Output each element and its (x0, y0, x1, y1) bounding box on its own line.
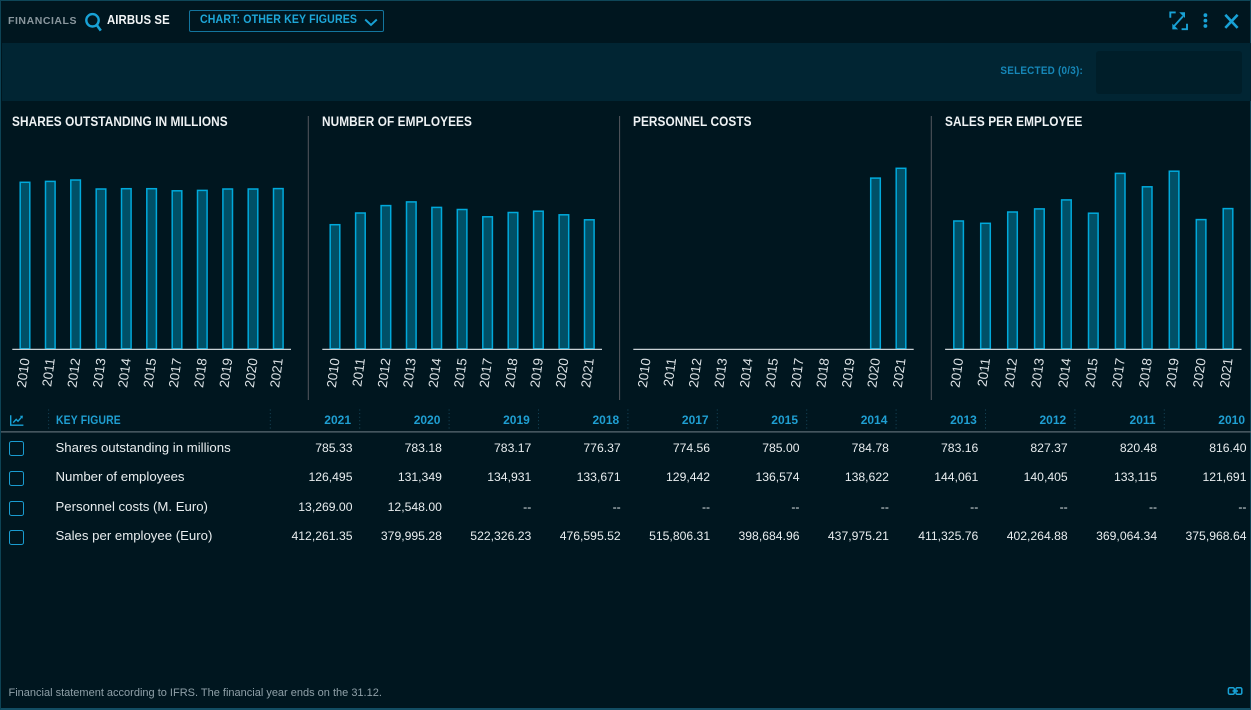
svg-text:2014: 2014 (1055, 357, 1074, 388)
svg-text:2013: 2013 (400, 357, 419, 388)
svg-text:2018: 2018 (191, 357, 210, 388)
svg-text:2011: 2011 (349, 357, 368, 387)
svg-text:2012: 2012 (1001, 357, 1020, 388)
svg-text:2019: 2019 (527, 357, 546, 388)
svg-text:2020: 2020 (553, 357, 572, 388)
svg-text:2010: 2010 (635, 357, 654, 388)
svg-text:2019: 2019 (1163, 357, 1182, 388)
svg-text:2021: 2021 (578, 357, 597, 388)
svg-text:2017: 2017 (476, 357, 495, 388)
svg-text:2011: 2011 (39, 357, 58, 387)
svg-text:2018: 2018 (502, 357, 521, 388)
svg-text:2015: 2015 (1082, 357, 1101, 388)
svg-text:2019: 2019 (217, 357, 236, 388)
svg-text:2017: 2017 (166, 357, 185, 388)
svg-text:2013: 2013 (1028, 357, 1047, 388)
svg-text:2012: 2012 (686, 357, 705, 388)
svg-text:2014: 2014 (426, 357, 445, 388)
svg-text:2018: 2018 (813, 357, 832, 388)
svg-text:2015: 2015 (762, 357, 781, 388)
svg-text:2012: 2012 (375, 357, 394, 388)
svg-text:2019: 2019 (839, 357, 858, 388)
svg-text:2011: 2011 (660, 357, 679, 387)
svg-text:2014: 2014 (115, 357, 134, 388)
svg-text:2010: 2010 (324, 357, 343, 388)
svg-text:2011: 2011 (974, 357, 993, 387)
svg-text:2013: 2013 (90, 357, 109, 388)
svg-text:2014: 2014 (737, 357, 756, 388)
svg-text:2010: 2010 (947, 357, 966, 388)
svg-text:2021: 2021 (1217, 357, 1236, 388)
svg-text:2020: 2020 (242, 357, 261, 388)
svg-text:2018: 2018 (1136, 357, 1155, 388)
svg-text:2021: 2021 (890, 357, 909, 388)
svg-text:2021: 2021 (267, 357, 286, 388)
svg-text:2020: 2020 (1190, 357, 1209, 388)
svg-text:2020: 2020 (864, 357, 883, 388)
svg-text:2013: 2013 (711, 357, 730, 388)
svg-text:2017: 2017 (1109, 357, 1128, 388)
svg-text:2015: 2015 (140, 357, 159, 388)
svg-text:2017: 2017 (788, 357, 807, 388)
svg-text:2010: 2010 (14, 357, 33, 388)
svg-text:2012: 2012 (64, 357, 83, 388)
svg-text:2015: 2015 (451, 357, 470, 388)
